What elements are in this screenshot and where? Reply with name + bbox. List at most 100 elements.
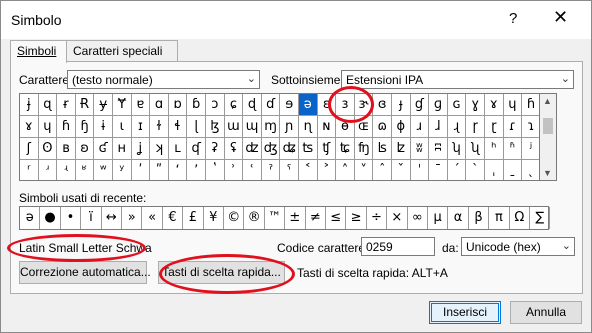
symbol-cell[interactable]: ʭ <box>429 138 448 160</box>
symbol-cell[interactable]: ʣ <box>243 138 262 160</box>
char-code-input[interactable]: 0259 <box>361 237 435 256</box>
symbol-cell[interactable]: ˋ <box>466 160 485 180</box>
symbol-grid-scrollbar[interactable]: ▲ ▼ <box>540 93 557 181</box>
symbol-cell[interactable]: ʾ <box>225 160 244 180</box>
recent-symbols-grid[interactable]: ə ● • ï ↔» «€ £ ¥ © ® ™ ± ≠ ≤ ≥ ÷ × ∞ µ α β π Ω ∑ <box>19 206 551 230</box>
symbol-cell[interactable]: ɏ <box>94 94 113 116</box>
symbol-cell[interactable]: ʥ <box>280 138 299 160</box>
recent-symbol-cell[interactable]: α <box>448 207 469 229</box>
recent-symbol-cell[interactable]: ə <box>20 207 41 229</box>
symbol-cell[interactable]: ɢ <box>447 94 467 116</box>
symbol-cell[interactable]: ʞ <box>150 138 169 160</box>
recent-symbol-cell[interactable]: ™ <box>265 207 286 229</box>
recent-symbol-cell[interactable]: ≠ <box>306 207 326 229</box>
symbol-cell[interactable]: ɘ <box>280 94 299 116</box>
symbol-cell[interactable]: ɝ <box>354 94 374 116</box>
scroll-down-icon[interactable]: ▼ <box>543 168 552 178</box>
symbol-cell[interactable]: Ɏ <box>113 94 132 116</box>
cancel-button[interactable]: Annulla <box>510 301 582 324</box>
recent-symbol-cell[interactable]: • <box>61 207 82 229</box>
symbol-cell[interactable]: ˀ <box>262 160 281 180</box>
symbol-cell[interactable]: ɨ <box>94 116 113 138</box>
help-icon[interactable]: ? <box>509 10 517 27</box>
symbol-cell[interactable]: ʟ <box>168 138 188 160</box>
symbol-cell[interactable]: ɟ <box>392 94 411 116</box>
symbol-cell[interactable]: ɬ <box>168 116 188 138</box>
shortcut-key-button[interactable]: Tasti di scelta rapida... <box>158 261 285 284</box>
subset-select[interactable]: Estensioni IPA ⌄ <box>341 70 574 89</box>
symbol-cell[interactable]: ɑ <box>150 94 169 116</box>
symbol-cell[interactable]: ʧ <box>317 138 337 160</box>
symbol-cell[interactable]: ɲ <box>280 116 299 138</box>
symbol-cell[interactable]: ʿ <box>243 160 262 180</box>
symbol-cell[interactable]: ɱ <box>261 116 281 138</box>
tab-special-characters[interactable]: Caratteri speciali <box>66 40 178 62</box>
symbol-cell[interactable]: ɼ <box>466 116 485 138</box>
symbol-cell[interactable]: ɵ <box>336 116 355 138</box>
symbol-cell[interactable]: ɖ <box>243 94 262 116</box>
symbol-cell[interactable]: ʬ <box>410 138 430 160</box>
font-select[interactable]: (testo normale) ⌄ <box>67 70 260 89</box>
symbol-cell[interactable]: ɰ <box>243 116 262 138</box>
symbol-cell[interactable]: ʵ <box>57 160 76 180</box>
symbol-cell[interactable]: ɛ <box>317 94 337 116</box>
symbol-cell[interactable]: ɤ <box>20 116 39 138</box>
symbol-cell[interactable]: ɐ <box>131 94 151 116</box>
recent-symbol-cell[interactable]: × <box>387 207 408 229</box>
symbol-cell[interactable]: ʩ <box>354 138 374 160</box>
symbol-cell[interactable]: ˃ <box>318 160 337 180</box>
symbol-cell[interactable]: ˆ <box>373 160 392 180</box>
symbol-grid[interactable]: ɉɋɍɌɏɎɐɑɒɓɔɕɖɗɘəɛɜɝɞɟɠɡɢɣɤɥɦɤɥɦɧɨɩɪɫɬɭɮɯ… <box>19 93 540 181</box>
symbol-cell[interactable]: ɹ <box>410 116 430 138</box>
symbol-cell[interactable]: ʽ <box>206 160 225 180</box>
symbol-cell[interactable]: ɦ <box>522 94 539 116</box>
symbol-cell[interactable]: ˇ <box>392 160 411 180</box>
symbol-cell[interactable]: ɠ <box>410 94 430 116</box>
recent-symbol-cell[interactable]: Ω <box>510 207 530 229</box>
symbol-cell[interactable]: ɧ <box>75 116 95 138</box>
symbol-cell[interactable]: ɣ <box>466 94 485 116</box>
symbol-cell[interactable]: ʝ <box>131 138 151 160</box>
scroll-up-icon[interactable]: ▲ <box>543 96 552 106</box>
symbol-cell[interactable]: ɫ <box>150 116 169 138</box>
symbol-cell[interactable]: ˍ <box>504 160 523 180</box>
from-select[interactable]: Unicode (hex) ⌄ <box>461 237 575 256</box>
symbol-cell[interactable]: ɦ <box>57 116 76 138</box>
symbol-cell[interactable]: ʠ <box>187 138 206 160</box>
symbol-cell[interactable]: ɋ <box>38 94 58 116</box>
symbol-cell[interactable]: ɮ <box>206 116 225 138</box>
symbol-cell[interactable]: ʯ <box>466 138 485 160</box>
symbol-cell[interactable]: ʡ <box>206 138 225 160</box>
recent-symbol-cell[interactable]: ∑ <box>530 207 551 229</box>
symbol-cell[interactable]: ʸ <box>113 160 132 180</box>
recent-symbol-cell[interactable]: ↔ <box>102 207 122 229</box>
symbol-cell[interactable]: ʫ <box>392 138 411 160</box>
symbol-cell[interactable]: ɩ <box>113 116 132 138</box>
symbol-cell[interactable]: ˅ <box>355 160 374 180</box>
symbol-cell[interactable]: ɶ <box>354 116 374 138</box>
symbol-cell[interactable]: ɯ <box>224 116 244 138</box>
symbol-cell[interactable]: ɳ <box>299 116 318 138</box>
symbol-cell[interactable]: ɭ <box>187 116 206 138</box>
symbol-cell[interactable]: ʴ <box>39 160 58 180</box>
symbol-cell[interactable]: ə <box>299 94 318 116</box>
symbol-cell[interactable]: ɥ <box>38 116 58 138</box>
symbol-cell[interactable]: ʘ <box>38 138 58 160</box>
symbol-cell[interactable]: ʚ <box>75 138 95 160</box>
symbol-cell[interactable]: ɔ <box>206 94 225 116</box>
symbol-cell[interactable]: ʃ <box>20 138 39 160</box>
symbol-cell[interactable]: ˈ <box>411 160 430 180</box>
recent-symbol-cell[interactable]: µ <box>428 207 449 229</box>
symbol-cell[interactable]: ʱ <box>503 138 523 160</box>
scroll-thumb[interactable] <box>543 118 553 134</box>
recent-symbol-cell[interactable]: « <box>142 207 163 229</box>
recent-symbol-cell[interactable]: £ <box>183 207 204 229</box>
symbol-cell[interactable]: ʮ <box>447 138 467 160</box>
symbol-cell[interactable]: ʢ <box>224 138 244 160</box>
symbol-cell[interactable]: ʦ <box>299 138 318 160</box>
recent-symbol-cell[interactable]: ≥ <box>346 207 367 229</box>
recent-symbol-cell[interactable]: ® <box>244 207 265 229</box>
symbol-cell[interactable]: ʪ <box>373 138 392 160</box>
recent-symbol-cell[interactable]: » <box>122 207 143 229</box>
symbol-cell[interactable]: ʳ <box>20 160 39 180</box>
